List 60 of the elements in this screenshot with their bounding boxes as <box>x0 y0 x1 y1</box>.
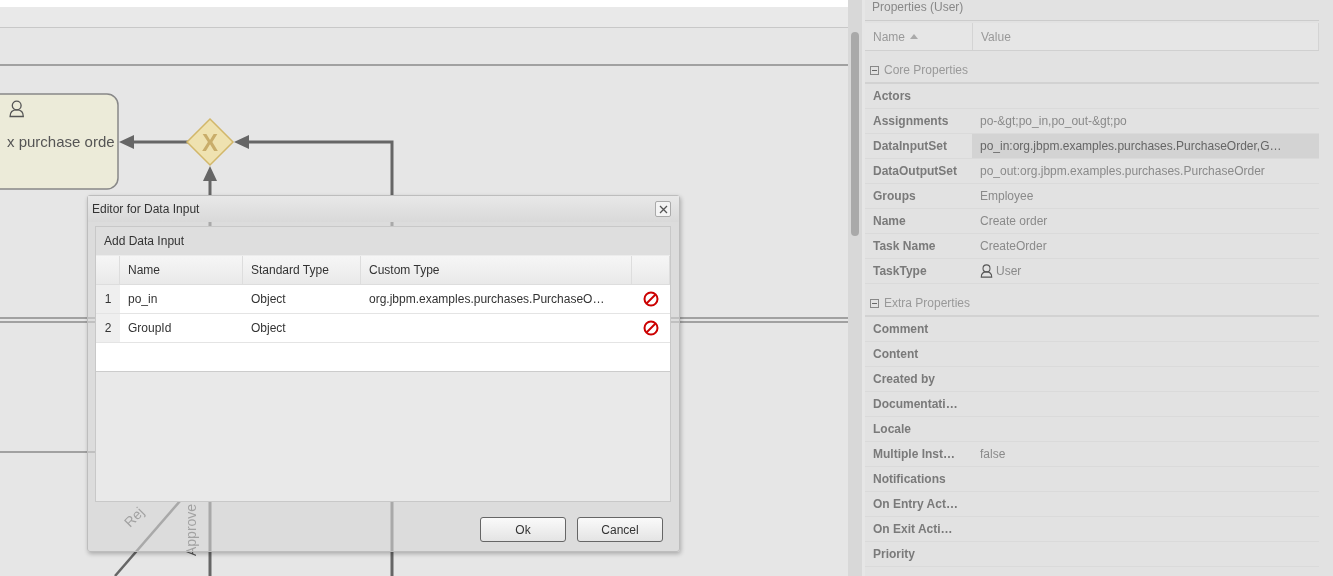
property-name: Priority <box>872 546 916 563</box>
property-name: On Entry Act… <box>872 496 959 513</box>
property-name: TaskType <box>872 263 928 280</box>
delete-icon[interactable] <box>643 291 659 307</box>
property-name: Notifications <box>872 471 947 488</box>
column-header[interactable]: Value <box>973 23 1319 50</box>
table-cell: org.jbpm.examples.purchases.PurchaseO… <box>361 285 632 314</box>
property-name: Created by <box>872 371 937 388</box>
dialog-button[interactable]: Cancel <box>577 517 663 542</box>
property-name: Task Name <box>872 238 937 255</box>
group-header[interactable]: Extra Properties <box>865 291 1319 317</box>
sequence-flow <box>119 135 188 149</box>
property-value[interactable]: CreateOrder <box>972 234 1319 258</box>
property-name: Multiple Inst… <box>872 446 956 463</box>
property-name: Name <box>872 213 907 230</box>
property-name: Actors <box>872 88 912 105</box>
group-label: Core Properties <box>884 63 969 77</box>
table-cell: Object <box>243 314 361 343</box>
dialog-title: Editor for Data Input <box>92 202 200 216</box>
group-label: Extra Properties <box>884 296 971 310</box>
column-header[interactable]: Standard Type <box>243 256 361 285</box>
property-value[interactable]: po-&gt;po_in,po_out-&gt;po <box>972 109 1319 133</box>
property-name: Documentati… <box>872 396 959 413</box>
flow-label: Rej <box>120 503 147 531</box>
panel-title: Properties (User) <box>865 0 1319 21</box>
gateway-symbol: X <box>202 129 218 156</box>
close-icon <box>658 204 668 214</box>
flow-label: Approve <box>183 503 199 556</box>
column-header[interactable]: Name <box>120 256 243 285</box>
property-value[interactable]: Employee <box>972 184 1319 208</box>
property-value[interactable]: Create order <box>972 209 1319 233</box>
delete-icon[interactable] <box>643 320 659 336</box>
table-cell: Object <box>243 285 361 314</box>
property-value[interactable]: po_in:org.jbpm.examples.purchases.PurchaseOrder,G… <box>972 134 1319 158</box>
table-cell: po_in <box>120 285 243 314</box>
property-name: DataOutputSet <box>872 163 958 180</box>
property-value[interactable]: false <box>972 442 1319 466</box>
dialog-button[interactable]: Ok <box>480 517 566 542</box>
column-header[interactable]: Name <box>865 23 973 50</box>
property-name: Assignments <box>872 113 950 130</box>
close-button[interactable] <box>655 201 671 217</box>
row-number: 2 <box>96 314 120 343</box>
property-value[interactable]: User <box>972 259 1319 283</box>
row-number: 1 <box>96 285 120 314</box>
property-name: Comment <box>872 321 930 338</box>
property-name: Locale <box>872 421 912 438</box>
section-header: Add Data Input <box>96 227 670 256</box>
property-name: DataInputSet <box>872 138 948 155</box>
property-name: Groups <box>872 188 917 205</box>
task-label: x purchase orde <box>7 133 115 150</box>
table-cell: GroupId <box>120 314 243 343</box>
property-name: Content <box>872 346 920 363</box>
user-icon <box>9 100 24 118</box>
property-name: On Exit Acti… <box>872 521 954 538</box>
property-value[interactable]: po_out:org.jbpm.examples.purchases.PurchaseOrder <box>972 159 1319 183</box>
column-header[interactable]: Custom Type <box>361 256 632 285</box>
gateway-node <box>185 117 235 167</box>
scrollbar-thumb[interactable] <box>851 32 859 236</box>
group-header[interactable]: Core Properties <box>865 58 1319 84</box>
user-icon <box>980 264 993 278</box>
